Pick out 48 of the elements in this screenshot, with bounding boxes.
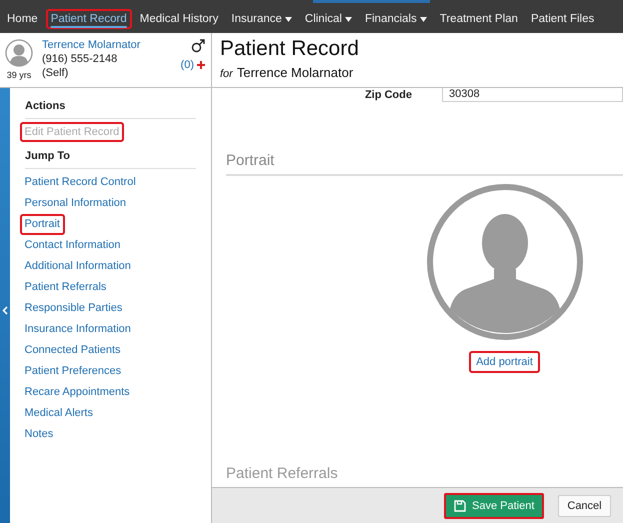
jump-link[interactable]: Patient Record Control [20,172,141,192]
caret-icon [420,16,427,22]
collapse-chevron-icon[interactable] [2,306,8,315]
section-heading: Portrait [226,152,623,176]
actions-heading: Actions [25,100,196,119]
field-label: Zip Code [364,88,412,102]
jump-link[interactable]: Portrait [20,214,65,234]
jump-link[interactable]: Personal Information [20,192,131,214]
jump-link[interactable]: Additional Information [20,256,136,276]
avatar-icon [5,39,33,67]
edit-record-action: Edit Patient Record [20,122,124,142]
patient-age: 39 yrs [6,70,32,80]
nav-tab[interactable]: Financials [360,9,432,29]
patient-name-link[interactable]: Terrence Molarnator [42,39,173,51]
nav-tab[interactable]: Clinical [300,9,357,29]
portrait-avatar-icon [426,183,584,341]
save-patient-button[interactable]: Save Patient [444,492,544,518]
jump-link[interactable]: Contact Information [20,234,126,256]
jump-link[interactable]: Medical Alerts [20,402,98,424]
alert-count-link[interactable]: (0) [180,59,194,71]
jump-link[interactable]: Patient Preferences [20,360,126,382]
cancel-button[interactable]: Cancel [558,494,611,516]
nav-tab[interactable]: Treatment Plan [434,9,523,29]
patient-phone: (916) 555-2148 [42,53,118,65]
nav-tab[interactable]: Medical History [134,9,224,29]
jump-to-heading: Jump To [25,150,196,169]
for-label: for [220,68,233,80]
jump-link[interactable]: Recare Appointments [20,382,135,402]
zip-code-field[interactable]: 30308 [442,88,623,102]
page-title: Patient Record [220,37,360,61]
jump-link[interactable]: Notes [20,424,58,444]
caret-icon [344,16,352,22]
jump-link[interactable]: Patient Referrals [20,276,112,298]
male-gender-icon [191,39,205,53]
nav-tab[interactable]: Patient Files [526,9,600,29]
patient-name: Terrence Molarnator [236,65,354,80]
nav-tab[interactable]: Home [2,9,43,29]
add-portrait-link[interactable]: Add portrait [469,351,540,373]
jump-link[interactable]: Connected Patients [20,340,126,360]
jump-link[interactable]: Insurance Information [20,318,136,340]
medical-cross-icon [197,61,205,69]
caret-icon [284,16,292,22]
nav-tab[interactable]: Insurance [226,9,297,29]
save-icon [454,500,466,512]
patient-relation: (Self) [42,67,70,79]
jump-link[interactable]: Responsible Parties [20,298,128,318]
nav-tab[interactable]: Patient Record [46,9,132,29]
section-heading: Patient Referrals [226,465,339,483]
